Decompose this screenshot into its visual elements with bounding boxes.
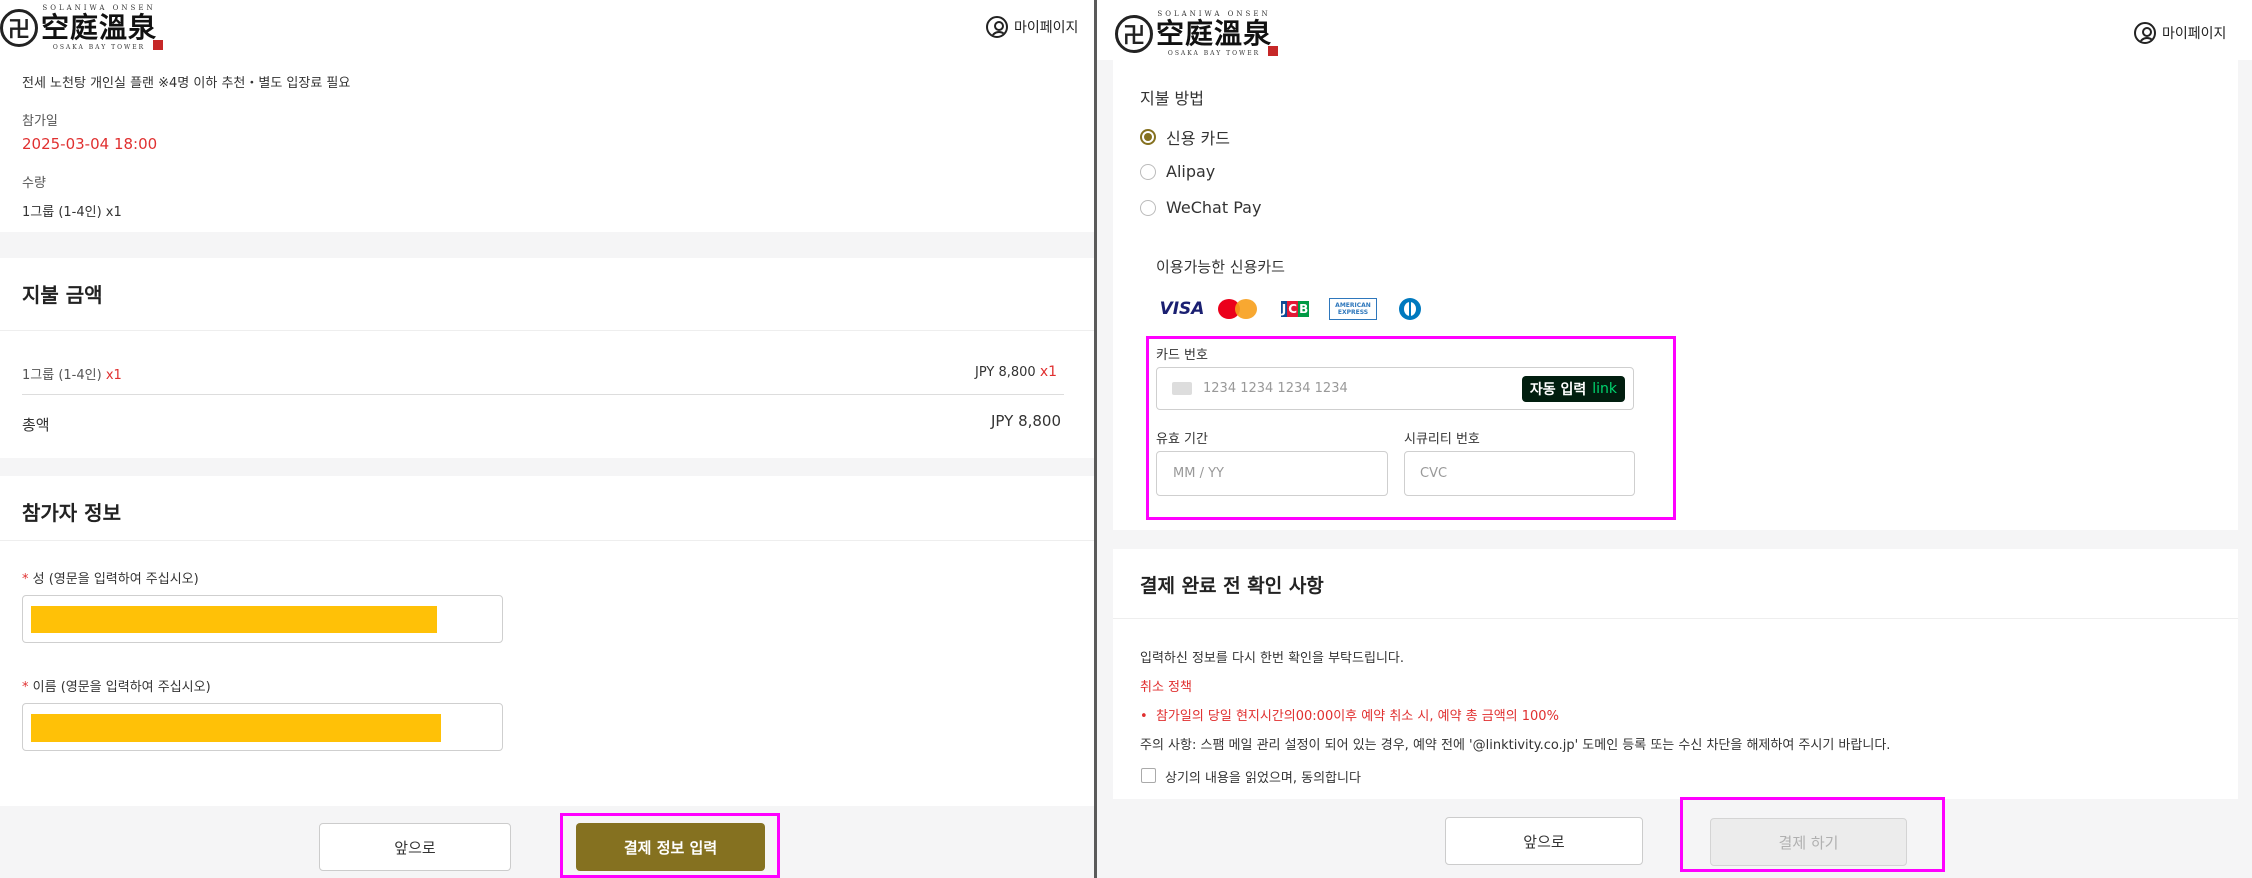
- logo-seal-icon: [153, 40, 164, 50]
- divider: [22, 394, 1064, 395]
- cvc-placeholder: CVC: [1420, 466, 1448, 481]
- logo-emblem-icon: 卍: [1115, 14, 1153, 53]
- autofill-label: 자동 입력: [1529, 382, 1587, 398]
- card-number-placeholder: 1234 1234 1234 1234: [1203, 381, 1348, 396]
- diners-club-logo-icon: [1398, 298, 1422, 320]
- cvc-input[interactable]: CVC: [1404, 451, 1635, 496]
- first-name-label-text: 이름 (영문을 입력하여 주십시오): [32, 680, 211, 695]
- mypage-label: 마이페이지: [2162, 26, 2227, 42]
- mastercard-logo-icon: [1218, 298, 1260, 320]
- method-label: WeChat Pay: [1166, 198, 1262, 217]
- logo-emblem-icon: 卍: [0, 8, 38, 47]
- payment-amount-card: [0, 258, 1094, 458]
- back-button[interactable]: 앞으로: [319, 823, 511, 871]
- cancel-policy-item: • 참가일의 당일 현지시간의00:00이후 예약 취소 시, 예약 총 금액의…: [1140, 705, 1559, 724]
- amex-logo-icon: AMERICAN EXPRESS: [1329, 298, 1377, 320]
- logo-seal-icon: [1268, 46, 1279, 56]
- line-item-price-multiplier: x1: [1039, 364, 1058, 380]
- payment-amount-title: 지불 금액: [22, 283, 103, 307]
- divider: [1113, 618, 2238, 619]
- last-name-input[interactable]: [22, 595, 503, 643]
- required-mark: *: [22, 680, 29, 695]
- method-alipay[interactable]: Alipay: [1140, 162, 1215, 181]
- method-label: 신용 카드: [1166, 129, 1230, 148]
- date-value: 2025-03-04 18:00: [22, 135, 158, 153]
- user-icon: [986, 16, 1008, 38]
- last-name-label-text: 성 (영문을 입력하여 주십시오): [32, 572, 199, 587]
- quantity-label: 수량: [22, 176, 46, 191]
- line-item-price: JPY 8,800 x1: [975, 364, 1057, 380]
- left-screenshot-panel: 전세 노천탕 개인실 플랜 ※4명 이하 추천・별도 입장료 필요 참가일 20…: [0, 0, 1094, 878]
- cancel-policy-title: 취소 정책: [1140, 680, 1192, 695]
- confirmation-title: 결제 완료 전 확인 사항: [1140, 575, 1324, 597]
- expiry-input[interactable]: MM / YY: [1156, 451, 1388, 496]
- visa-logo-icon: VISA: [1159, 299, 1205, 319]
- user-icon: [2134, 22, 2156, 44]
- line-item-price-value: JPY 8,800: [975, 365, 1036, 380]
- available-cards-label: 이용가능한 신용카드: [1156, 258, 1285, 276]
- cancel-policy-item-text: 참가일의 당일 현지시간의00:00이후 예약 취소 시, 예약 총 금액의 1…: [1155, 709, 1559, 724]
- date-label: 참가일: [22, 114, 58, 129]
- link-brand-label: link: [1592, 381, 1617, 397]
- participant-info-title: 참가자 정보: [22, 501, 121, 525]
- first-name-label: * 이름 (영문을 입력하여 주십시오): [22, 676, 211, 695]
- logo-sub-text: OSAKA BAY TOWER: [1167, 50, 1261, 57]
- card-number-label: 카드 번호: [1156, 348, 1208, 363]
- divider: [0, 330, 1094, 331]
- line-item-name: 1그룹 (1-4인) x1: [22, 364, 122, 383]
- mypage-link[interactable]: 마이페이지: [2134, 22, 2226, 44]
- autofill-link-button[interactable]: 자동 입력 link: [1521, 376, 1625, 402]
- back-button[interactable]: 앞으로: [1445, 817, 1643, 865]
- required-mark: *: [22, 572, 29, 587]
- logo-name: 空庭溫泉: [1156, 17, 1273, 50]
- last-name-label: * 성 (영문을 입력하여 주십시오): [22, 568, 199, 587]
- payment-method-title: 지불 방법: [1140, 89, 1204, 108]
- brand-logo[interactable]: 卍 SOLANIWA ONSEN 空庭溫泉 OSAKA BAY TOWER: [0, 4, 164, 51]
- radio-wechat-pay[interactable]: [1140, 199, 1156, 216]
- header: 卍 SOLANIWA ONSEN 空庭溫泉 OSAKA BAY TOWER 마이…: [0, 0, 1094, 60]
- brand-logo[interactable]: 卍 SOLANIWA ONSEN 空庭溫泉 OSAKA BAY TOWER: [1115, 10, 1279, 57]
- header: 卍 SOLANIWA ONSEN 空庭溫泉 OSAKA BAY TOWER 마이…: [1097, 0, 2252, 60]
- plan-description: 전세 노천탕 개인실 플랜 ※4명 이하 추천・별도 입장료 필요: [22, 76, 351, 91]
- logo-text-group: SOLANIWA ONSEN 空庭溫泉 OSAKA BAY TOWER: [1156, 10, 1279, 57]
- redaction-bar: [31, 714, 441, 742]
- line-item-multiplier: x1: [105, 368, 122, 383]
- method-wechat-pay[interactable]: WeChat Pay: [1140, 198, 1261, 217]
- mypage-link[interactable]: 마이페이지: [986, 16, 1078, 38]
- logo-sub-text: OSAKA BAY TOWER: [52, 44, 146, 51]
- jcb-logo-icon: JCB: [1280, 301, 1310, 317]
- divider: [0, 540, 1094, 541]
- pay-button[interactable]: 결제 하기: [1710, 818, 1907, 866]
- radio-alipay[interactable]: [1140, 163, 1156, 180]
- total-label: 총액: [22, 416, 50, 434]
- radio-credit-card[interactable]: [1140, 129, 1156, 145]
- mypage-label: 마이페이지: [1014, 20, 1079, 36]
- logo-text-group: SOLANIWA ONSEN 空庭溫泉 OSAKA BAY TOWER: [41, 4, 164, 51]
- expiry-label: 유효 기간: [1156, 432, 1208, 447]
- agree-label[interactable]: 상기의 내용을 읽었으며, 동의합니다: [1165, 767, 1361, 786]
- enter-payment-info-button[interactable]: 결제 정보 입력: [576, 823, 765, 871]
- card-number-input[interactable]: 1234 1234 1234 1234 자동 입력 link: [1156, 367, 1634, 410]
- cvc-label: 시큐리티 번호: [1404, 432, 1480, 447]
- quantity-value: 1그룹 (1-4인) x1: [22, 205, 122, 220]
- spam-notice: 주의 사항: 스팸 메일 관리 설정이 되어 있는 경우, 예약 전에 '@li…: [1140, 738, 1891, 753]
- method-credit-card[interactable]: 신용 카드: [1140, 125, 1230, 149]
- line-item-label: 1그룹 (1-4인): [22, 368, 102, 383]
- method-label: Alipay: [1166, 162, 1216, 181]
- card-icon: [1172, 382, 1192, 395]
- total-value: JPY 8,800: [991, 412, 1062, 430]
- confirmation-text: 입력하신 정보를 다시 한번 확인을 부탁드립니다.: [1140, 651, 1404, 666]
- bullet-icon: •: [1140, 709, 1156, 724]
- first-name-input[interactable]: [22, 703, 503, 751]
- agree-checkbox[interactable]: [1141, 768, 1156, 783]
- logo-name: 空庭溫泉: [41, 11, 158, 44]
- expiry-placeholder: MM / YY: [1173, 466, 1224, 481]
- right-screenshot-panel: 지불 방법 신용 카드 Alipay WeChat Pay 이용가능한 신용카드…: [1097, 0, 2252, 878]
- redaction-bar: [31, 606, 437, 633]
